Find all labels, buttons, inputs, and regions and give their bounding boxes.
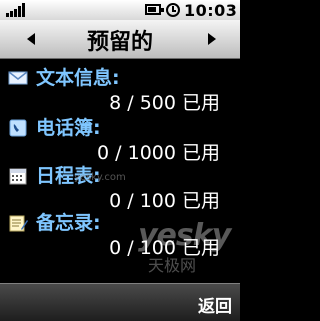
section-calendar[interactable]: 日程表: 0 / 100 已用 xyxy=(6,160,234,212)
status-bar: 10:03 xyxy=(0,0,240,20)
section-memo[interactable]: 备忘录: 0 / 100 已用 xyxy=(6,207,234,259)
section-label: 备忘录: xyxy=(36,212,101,234)
next-arrow-icon[interactable] xyxy=(208,33,216,45)
battery-icon xyxy=(145,4,164,15)
section-label: 文本信息: xyxy=(36,67,120,89)
signal-strength-icon xyxy=(6,3,28,17)
softkey-bar: 返回 xyxy=(0,283,240,321)
title-bar: 预留的 xyxy=(0,20,240,59)
memory-list: 文本信息: 8 / 500 已用 电话簿: 0 / 1000 已用 日程表: 0… xyxy=(6,60,234,282)
calendar-icon xyxy=(9,168,27,185)
envelope-icon xyxy=(8,71,28,85)
section-phonebook[interactable]: 电话簿: 0 / 1000 已用 xyxy=(6,112,234,164)
section-text-messages[interactable]: 文本信息: 8 / 500 已用 xyxy=(6,62,234,114)
clock-icon xyxy=(166,3,180,17)
phonebook-icon xyxy=(9,119,27,137)
section-label: 电话簿: xyxy=(36,117,101,139)
section-usage: 0 / 100 已用 xyxy=(109,237,220,259)
url-watermark: yesky.com xyxy=(74,172,126,183)
memo-icon xyxy=(9,215,28,232)
page-title: 预留的 xyxy=(86,30,153,55)
back-button[interactable]: 返回 xyxy=(198,292,232,317)
status-time: 10:03 xyxy=(184,1,238,20)
section-usage: 8 / 500 已用 xyxy=(109,92,220,114)
